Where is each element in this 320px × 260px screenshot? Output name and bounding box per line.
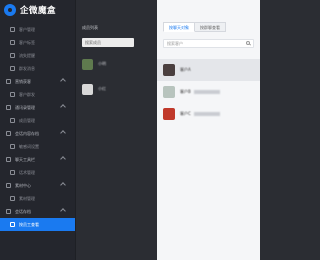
sidebar-item-8[interactable]: 会话内容存档 [0,127,75,140]
sidebar-item-label: 通讯录管理 [15,104,35,110]
menu-item-icon [10,144,15,149]
sidebar-menu: 客户管理客户标签流失提醒群发消息营销获客客户群发通讯录管理成员管理会话内容存档敏… [0,23,75,231]
avatar [163,108,175,120]
sidebar-item-label: 按员工查看 [19,221,39,227]
sidebar-item-label: 敏感词设置 [19,143,39,149]
sidebar-item-13[interactable]: 素材管理 [0,192,75,205]
sidebar-item-label: 成员管理 [19,117,35,123]
avatar [163,64,175,76]
sidebar-item-4[interactable]: 营销获客 [0,75,75,88]
menu-item-icon [10,53,15,58]
menu-group-icon [6,183,11,188]
member-name: 小明 [98,61,106,66]
member-list-item[interactable]: 小明 [82,57,152,71]
sidebar-item-2[interactable]: 流失提醒 [0,49,75,62]
chevron-up-icon[interactable] [60,182,66,188]
sidebar-item-12[interactable]: 素材中心 [0,179,75,192]
sidebar-item-7[interactable]: 成员管理 [0,114,75,127]
chat-search-input[interactable]: 搜索客户 [163,39,254,48]
chevron-up-icon[interactable] [60,104,66,110]
brand[interactable]: 企微魔盒 [0,0,75,19]
sidebar-item-label: 客户群发 [19,91,35,97]
sidebar-item-15[interactable]: 按员工查看 [0,218,75,231]
menu-item-icon [10,196,15,201]
sidebar-item-10[interactable]: 聊天工具栏 [0,153,75,166]
search-icon[interactable] [246,41,250,45]
chat-contact-name: 客户B [180,89,191,94]
member-list-item[interactable]: 小红 [82,82,152,96]
chat-list-item[interactable]: 客户B [157,81,260,103]
sidebar-item-label: 营销获客 [15,78,31,84]
sidebar-item-label: 素材管理 [19,195,35,201]
chat-contact-name: 客户A [180,67,191,72]
member-search-input[interactable]: 搜索成员 [82,38,134,47]
chat-tabs: 按聊天对象 按群聊查看 [163,22,226,32]
chat-contact-name: 客户C [180,111,191,116]
menu-item-icon [10,170,15,175]
chat-preview-redacted [193,112,220,116]
sidebar-item-label: 素材中心 [15,182,31,188]
sidebar-item-1[interactable]: 客户标签 [0,36,75,49]
sidebar-item-11[interactable]: 话术管理 [0,166,75,179]
member-list-panel: 成员列表 搜索成员 小明小红 [75,0,157,260]
logo-icon [4,3,16,16]
chat-list-item[interactable]: 客户C [157,103,260,125]
sidebar-item-label: 会话内容存档 [15,130,39,136]
sidebar-item-14[interactable]: 会话存档 [0,205,75,218]
chevron-up-icon[interactable] [60,78,66,84]
sidebar-item-label: 客户标签 [19,39,35,45]
menu-item-icon [10,40,15,45]
menu-group-icon [6,79,11,84]
sidebar-item-9[interactable]: 敏感词设置 [0,140,75,153]
sidebar-item-3[interactable]: 群发消息 [0,62,75,75]
chevron-up-icon[interactable] [60,208,66,214]
menu-item-icon [10,118,15,123]
chat-list-item[interactable]: 客户A [157,59,260,81]
sidebar-item-label: 聊天工具栏 [15,156,35,162]
sidebar-item-6[interactable]: 通讯录管理 [0,101,75,114]
sidebar-item-5[interactable]: 客户群发 [0,88,75,101]
brand-title: 企微魔盒 [20,5,57,16]
avatar [82,58,93,70]
menu-item-icon [10,92,15,97]
menu-group-icon [6,209,11,214]
tab-by-contact[interactable]: 按聊天对象 [163,22,195,32]
menu-item-icon [10,27,15,32]
menu-group-icon [6,157,11,162]
menu-group-icon [6,105,11,110]
sidebar-item-0[interactable]: 客户管理 [0,23,75,36]
member-name: 小红 [98,86,106,91]
chevron-up-icon[interactable] [60,156,66,162]
avatar [82,83,93,95]
member-list-title: 成员列表 [82,25,98,30]
sidebar-item-label: 流失提醒 [19,52,35,58]
menu-item-icon [10,66,15,71]
sidebar-item-label: 话术管理 [19,169,35,175]
chat-preview-redacted [193,90,220,94]
menu-item-icon [10,222,15,227]
chat-list-panel: 按聊天对象 按群聊查看 搜索客户 客户A 客户B 客户C [157,0,260,260]
avatar [163,86,175,98]
sidebar: 企微魔盒 客户管理客户标签流失提醒群发消息营销获客客户群发通讯录管理成员管理会话… [0,0,75,260]
tab-by-group[interactable]: 按群聊查看 [195,22,226,32]
chat-search-placeholder: 搜索客户 [167,41,183,46]
sidebar-item-label: 客户管理 [19,26,35,32]
menu-group-icon [6,131,11,136]
sidebar-item-label: 群发消息 [19,65,35,71]
sidebar-item-label: 会话存档 [15,208,31,214]
chevron-up-icon[interactable] [60,130,66,136]
